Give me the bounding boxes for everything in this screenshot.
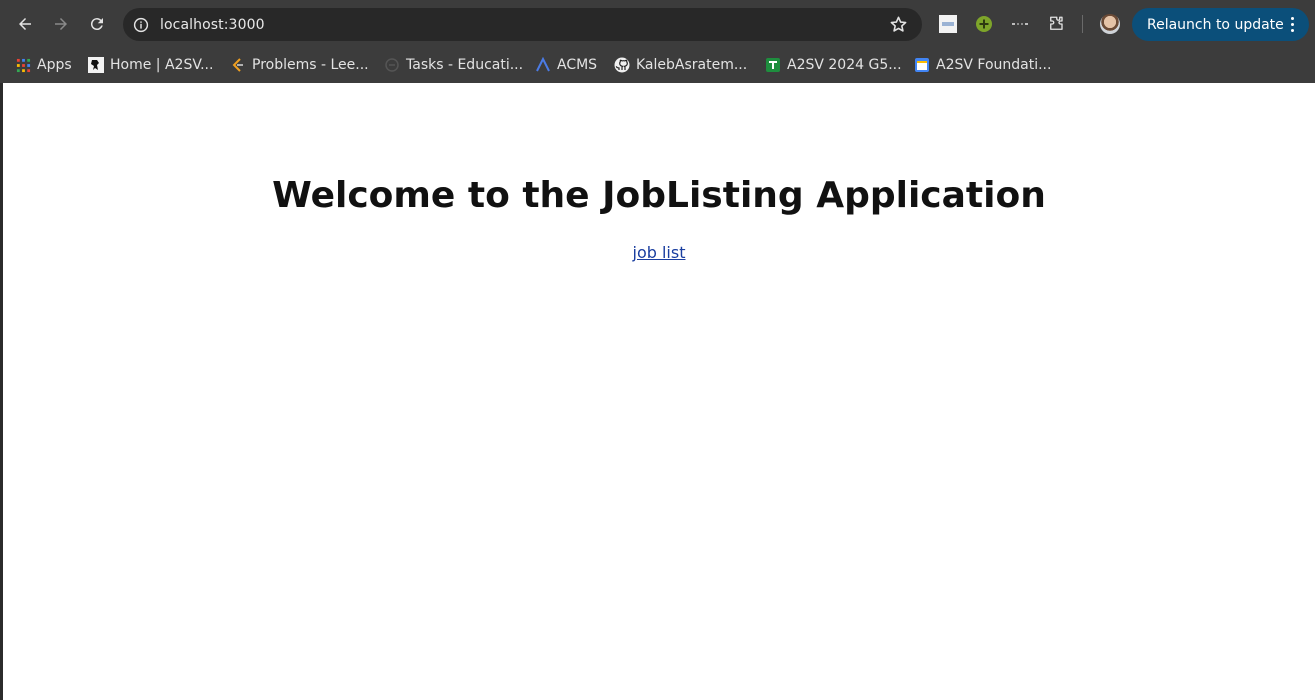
a2sv-icon — [88, 57, 104, 73]
profile-avatar[interactable] — [1100, 14, 1120, 34]
relaunch-button[interactable]: Relaunch to update — [1132, 8, 1309, 41]
bookmark-label: Home | A2SV... — [110, 57, 214, 73]
relaunch-label: Relaunch to update — [1147, 16, 1284, 33]
bookmark-label: Problems - Lee... — [252, 57, 369, 73]
bookmark-problems-leetcode[interactable]: Problems - Lee... — [230, 54, 369, 76]
page-content: Welcome to the JobListing Application jo… — [3, 83, 1315, 700]
tasks-icon — [384, 57, 400, 73]
extension-plus-icon[interactable] — [975, 15, 993, 33]
menu-dots-icon[interactable] — [1291, 17, 1295, 33]
bookmark-label: A2SV Foundati... — [936, 57, 1052, 73]
bookmark-a2sv-2024-g5[interactable]: A2SV 2024 G5... — [765, 54, 902, 76]
address-bar[interactable]: localhost:3000 — [123, 8, 922, 41]
extension-a2sv-icon[interactable] — [939, 15, 957, 33]
arrow-right-icon — [55, 18, 67, 30]
bookmark-a2sv-foundation[interactable]: A2SV Foundati... — [914, 54, 1051, 76]
bookmark-acms[interactable]: ACMS — [535, 54, 597, 76]
page-title: Welcome to the JobListing Application — [272, 175, 1046, 216]
leetcode-icon — [230, 57, 246, 73]
calendar-icon — [914, 57, 930, 73]
bookmark-github-kaleb[interactable]: KalebAsratem... — [614, 54, 747, 76]
github-icon — [614, 57, 630, 73]
bookmark-home-a2sv[interactable]: Home | A2SV... — [88, 54, 213, 76]
acms-icon — [535, 57, 551, 73]
job-list-link[interactable]: job list — [633, 243, 686, 262]
bookmark-label: Apps — [37, 57, 72, 73]
apps-grid-icon — [15, 57, 31, 73]
sheets-icon — [765, 57, 781, 73]
url-text[interactable]: localhost:3000 — [160, 17, 265, 33]
arrow-left-icon — [19, 18, 31, 30]
reload-button[interactable] — [82, 9, 112, 39]
bookmark-label: ACMS — [557, 57, 598, 73]
bookmark-label: A2SV 2024 G5... — [787, 57, 902, 73]
bookmark-apps[interactable]: Apps — [15, 54, 72, 76]
bookmark-label: Tasks - Educati... — [406, 57, 524, 73]
bookmark-label: KalebAsratem... — [636, 57, 748, 73]
browser-toolbar: localhost:3000 Relaunch to update — [0, 0, 1315, 48]
bookmarks-bar: Apps Home | A2SV... Problems - Lee... Ta… — [0, 48, 1315, 83]
extensions-puzzle-icon[interactable] — [1047, 15, 1065, 33]
site-info-icon[interactable] — [132, 16, 150, 34]
reload-icon — [90, 18, 103, 31]
job-list-link-wrapper: job list — [3, 243, 1315, 262]
back-button[interactable] — [10, 9, 40, 39]
toolbar-divider — [1082, 15, 1083, 33]
bookmark-tasks-education[interactable]: Tasks - Educati... — [384, 54, 523, 76]
bookmark-star-icon[interactable] — [889, 15, 908, 34]
forward-button[interactable] — [46, 9, 76, 39]
extension-dots-icon[interactable] — [1011, 15, 1029, 33]
